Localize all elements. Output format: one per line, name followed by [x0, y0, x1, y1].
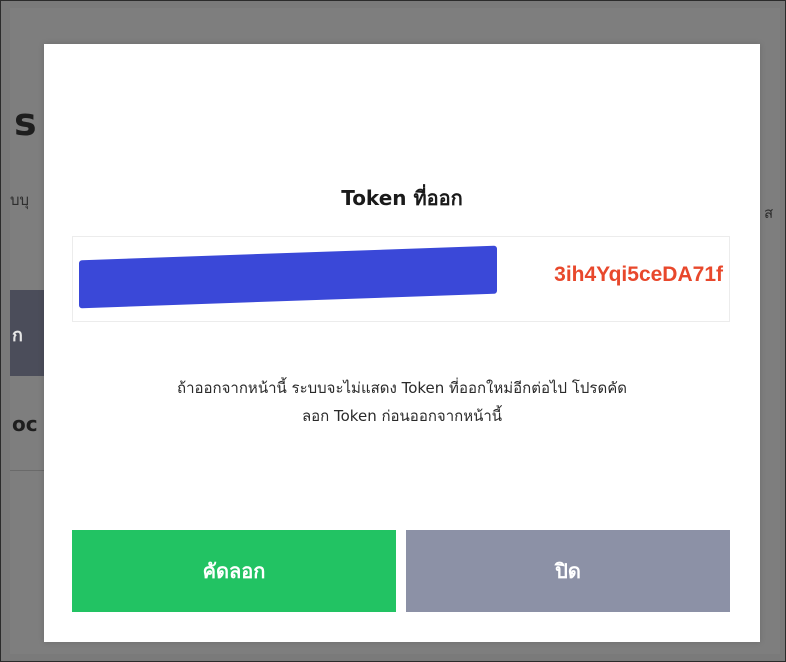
screenshot-viewport: s บบุ ส ก oc Token ที่ออก 3ih4Yqi5ceDA71… [0, 0, 786, 662]
screenshot-frame-border [0, 0, 786, 662]
